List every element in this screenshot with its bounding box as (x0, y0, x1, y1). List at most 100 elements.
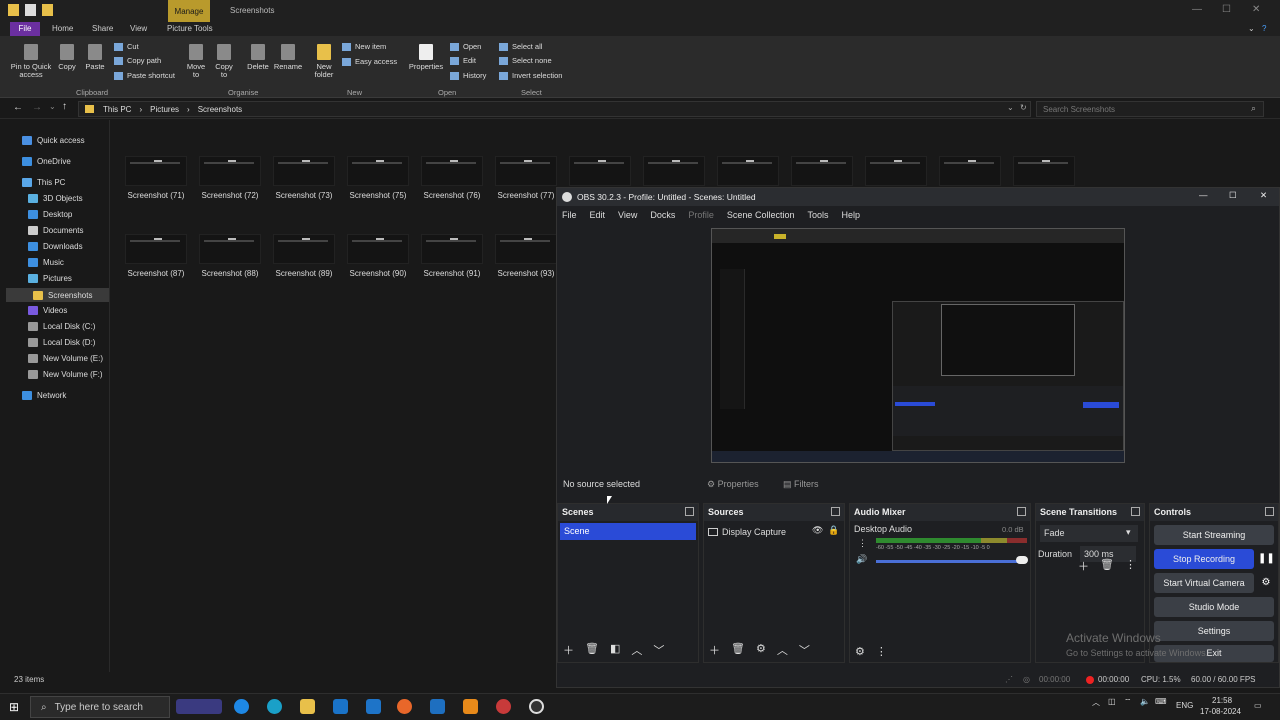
start-streaming-button[interactable]: Start Streaming (1154, 525, 1274, 545)
remove-source-icon[interactable]: 🗑 (731, 642, 745, 658)
volume-slider[interactable] (876, 560, 1026, 563)
select-all-button[interactable]: Select all (499, 42, 542, 51)
move-down-icon[interactable]: ﹀ (653, 642, 664, 658)
transition-menu-icon[interactable]: ⋮ (1125, 558, 1136, 574)
back-icon[interactable]: ← (13, 102, 23, 113)
new-item-button[interactable]: New item (342, 42, 386, 51)
volume-icon[interactable]: 🔈 (1140, 697, 1150, 706)
nav-downloads[interactable]: Downloads (28, 242, 83, 251)
nav-volume-e[interactable]: New Volume (E:) (28, 354, 103, 363)
file-name[interactable]: Screenshot (72) (190, 191, 270, 200)
undock-icon[interactable] (1265, 507, 1274, 516)
file-name[interactable]: Screenshot (91) (412, 269, 492, 278)
manage-context-tab[interactable]: Manage (168, 0, 210, 22)
recent-locations-icon[interactable]: ⌄ (49, 102, 56, 111)
file-thumbnail[interactable] (495, 156, 557, 186)
menu-scene-collection[interactable]: Scene Collection (727, 210, 795, 220)
address-dropdown-icon[interactable]: ⌄ (1007, 103, 1014, 112)
nav-pictures[interactable]: Pictures (28, 274, 72, 283)
chevron-down-icon[interactable]: ⌄ (1248, 24, 1255, 33)
address-bar[interactable]: This PC › Pictures › Screenshots ⌄ ↻ (78, 101, 1031, 117)
move-up-icon[interactable]: ︿ (777, 642, 788, 658)
file-name[interactable]: Screenshot (77) (486, 191, 566, 200)
copy-button[interactable]: Copy (56, 44, 78, 71)
file-thumbnail[interactable] (569, 156, 631, 186)
close-icon[interactable]: ✕ (1260, 190, 1267, 201)
file-thumbnail[interactable] (347, 156, 409, 186)
file-thumbnail[interactable] (643, 156, 705, 186)
close-icon[interactable]: ✕ (1252, 4, 1260, 15)
copy-path-button[interactable]: Copy path (114, 56, 161, 65)
chrome-profile-icon[interactable] (496, 699, 511, 714)
file-name[interactable]: Screenshot (71) (116, 191, 196, 200)
help-icon[interactable]: ? (1262, 24, 1266, 33)
nav-desktop[interactable]: Desktop (28, 210, 72, 219)
refresh-icon[interactable]: ↻ (1020, 103, 1027, 112)
pin-button[interactable]: Pin to Quick access (8, 44, 54, 79)
move-to-button[interactable]: Move to (185, 44, 207, 79)
pause-icon[interactable]: ❚❚ (1258, 549, 1275, 569)
eye-icon[interactable]: 👁 (812, 525, 823, 536)
cut-button[interactable]: Cut (114, 42, 139, 51)
nav-videos[interactable]: Videos (28, 306, 67, 315)
obs-taskbar-icon[interactable] (529, 699, 544, 714)
tab-picture-tools[interactable]: Picture Tools (167, 24, 213, 33)
breadcrumb-this-pc[interactable]: This PC (103, 105, 131, 114)
remove-scene-icon[interactable]: 🗑 (585, 642, 599, 658)
add-scene-icon[interactable]: ＋ (563, 642, 574, 658)
file-explorer-icon[interactable] (300, 699, 315, 714)
preview-canvas[interactable] (711, 228, 1125, 463)
file-thumbnail[interactable] (125, 156, 187, 186)
nav-quick-access[interactable]: Quick access (22, 136, 85, 145)
rename-button[interactable]: Rename (273, 44, 303, 71)
filters-button[interactable]: ▤ Filters (783, 479, 819, 490)
file-thumbnail[interactable] (347, 234, 409, 264)
undock-icon[interactable] (1131, 507, 1140, 516)
chrome-icon[interactable] (234, 699, 249, 714)
nav-volume-f[interactable]: New Volume (F:) (28, 370, 103, 379)
select-none-button[interactable]: Select none (499, 56, 552, 65)
file-name[interactable]: Screenshot (88) (190, 269, 270, 278)
folder-icon[interactable] (8, 4, 19, 16)
tray-overflow-icon[interactable]: ︿ (1092, 697, 1100, 708)
more-options-icon[interactable]: ⋮ (858, 538, 867, 549)
paste-button[interactable]: Paste (84, 44, 106, 71)
mail-icon[interactable] (366, 699, 381, 714)
file-name[interactable]: Screenshot (76) (412, 191, 492, 200)
file-thumbnail[interactable] (421, 156, 483, 186)
notification-icon[interactable]: ▭ (1254, 701, 1262, 710)
file-name[interactable]: Screenshot (75) (338, 191, 418, 200)
undock-icon[interactable] (685, 507, 694, 516)
file-thumbnail[interactable] (125, 234, 187, 264)
delete-button[interactable]: Delete (245, 44, 271, 71)
nav-3d-objects[interactable]: 3D Objects (28, 194, 83, 203)
menu-edit[interactable]: Edit (590, 210, 606, 220)
breadcrumb-screenshots[interactable]: Screenshots (198, 105, 242, 114)
file-thumbnail[interactable] (199, 156, 261, 186)
new-folder-button[interactable]: New folder (310, 44, 338, 79)
firefox-icon[interactable] (397, 699, 412, 714)
invert-selection-button[interactable]: Invert selection (499, 71, 562, 80)
paste-shortcut-button[interactable]: Paste shortcut (114, 71, 175, 80)
properties-button[interactable]: ⚙ Properties (707, 479, 759, 490)
history-button[interactable]: History (450, 71, 486, 80)
file-name[interactable]: Screenshot (90) (338, 269, 418, 278)
file-name[interactable]: Screenshot (93) (486, 269, 566, 278)
lock-icon[interactable]: 🔒 (828, 525, 839, 536)
nav-onedrive[interactable]: OneDrive (22, 157, 71, 166)
nav-local-disk-d[interactable]: Local Disk (D:) (28, 338, 95, 347)
tab-view[interactable]: View (130, 24, 147, 33)
clock-time[interactable]: 21:58 (1212, 696, 1232, 705)
store-icon[interactable] (333, 699, 348, 714)
add-transition-icon[interactable]: ＋ (1078, 558, 1089, 574)
remove-transition-icon[interactable]: 🗑 (1100, 558, 1114, 574)
volume-slider-handle[interactable] (1016, 556, 1028, 564)
open-button[interactable]: Open (450, 42, 481, 51)
copy-to-button[interactable]: Copy to (213, 44, 235, 79)
network-tray-icon[interactable]: ⌔ (1124, 697, 1132, 707)
file-thumbnail[interactable] (791, 156, 853, 186)
file-name[interactable]: Screenshot (73) (264, 191, 344, 200)
stop-recording-button[interactable]: Stop Recording (1154, 549, 1254, 569)
tab-file[interactable]: File (10, 22, 40, 36)
taskbar-search[interactable]: ⌕ Type here to search (30, 696, 170, 718)
